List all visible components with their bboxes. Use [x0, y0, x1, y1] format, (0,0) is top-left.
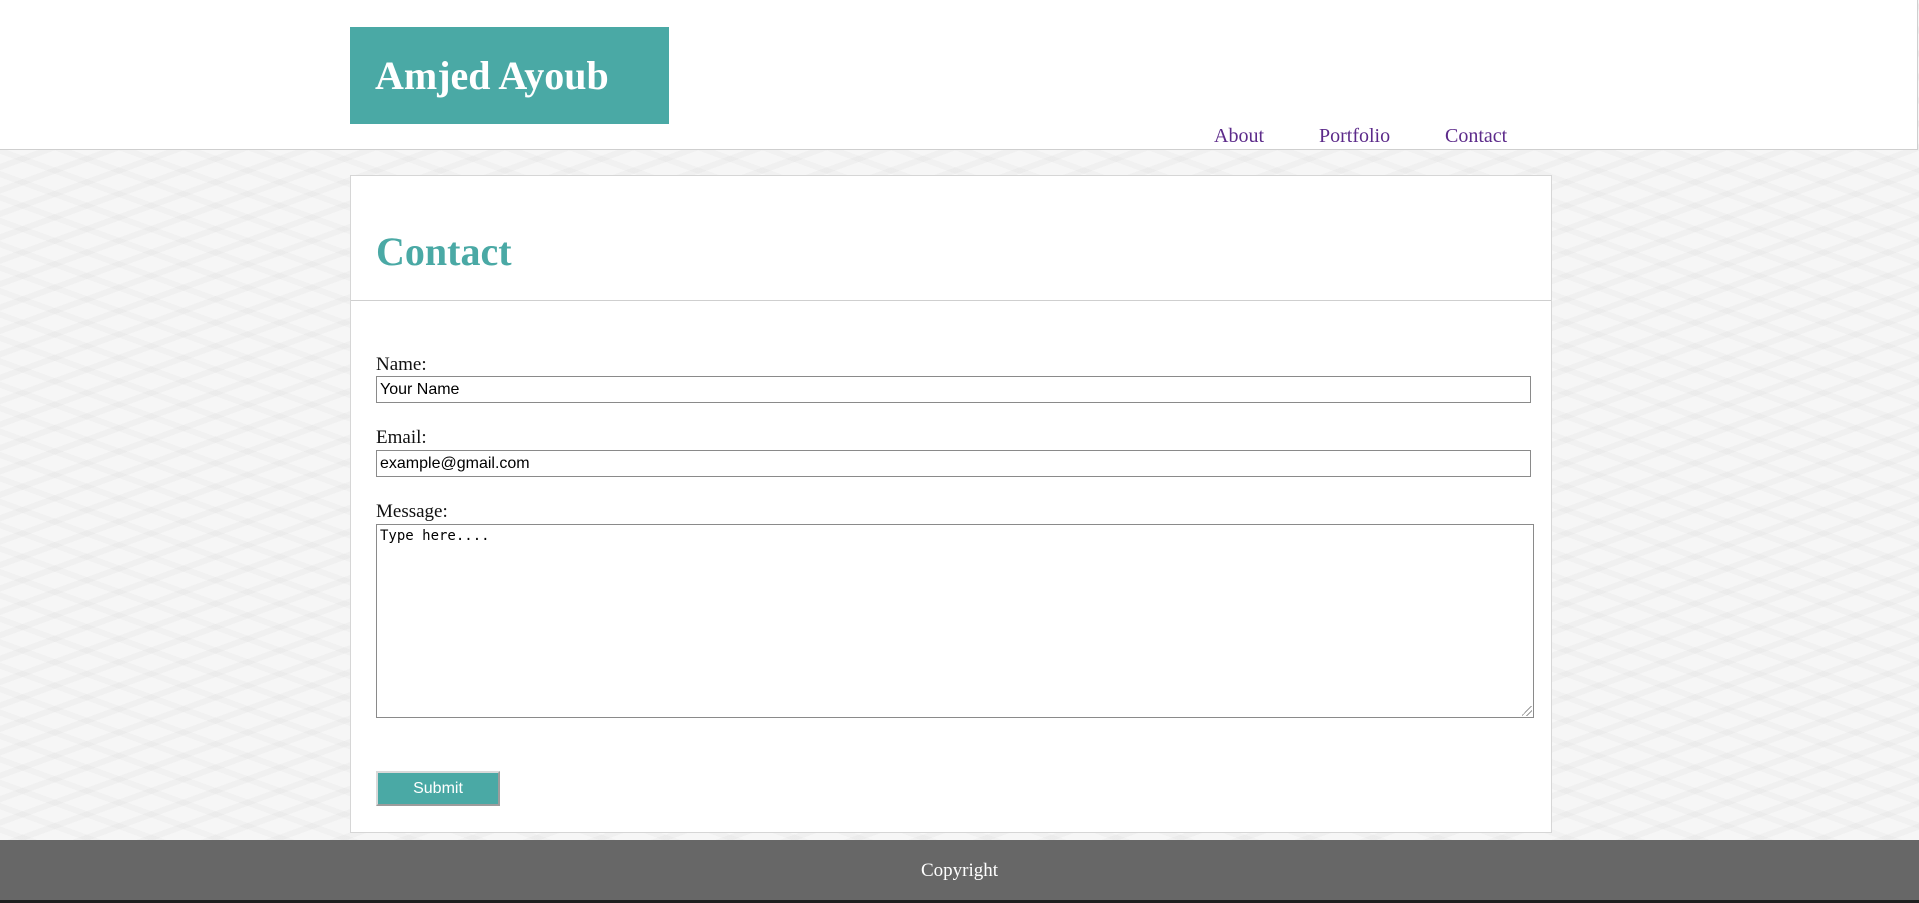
- nav-link-about[interactable]: About: [1214, 124, 1264, 148]
- message-label: Message:: [376, 501, 448, 522]
- submit-button[interactable]: Submit: [376, 771, 500, 806]
- email-input[interactable]: [376, 450, 1531, 477]
- site-header: Amjed Ayoub About Portfolio Contact: [0, 0, 1918, 150]
- brand-logo[interactable]: Amjed Ayoub: [350, 27, 669, 124]
- name-label: Name:: [376, 354, 427, 375]
- name-input[interactable]: [376, 376, 1531, 403]
- footer-copyright: Copyright: [920, 860, 999, 881]
- nav-link-portfolio[interactable]: Portfolio: [1319, 124, 1390, 148]
- site-footer: Copyright: [0, 840, 1919, 903]
- nav-link-contact[interactable]: Contact: [1445, 124, 1507, 148]
- main-nav: About Portfolio Contact: [0, 124, 1919, 148]
- page-title: Contact: [376, 229, 512, 274]
- email-label: Email:: [376, 427, 427, 448]
- resize-grip-icon[interactable]: [1522, 706, 1532, 716]
- contact-card: Contact Name: Email: Message: Type here.…: [350, 175, 1552, 833]
- card-header: Contact: [351, 176, 1551, 301]
- brand-name: Amjed Ayoub: [375, 52, 609, 98]
- message-textarea[interactable]: Type here....: [376, 524, 1534, 718]
